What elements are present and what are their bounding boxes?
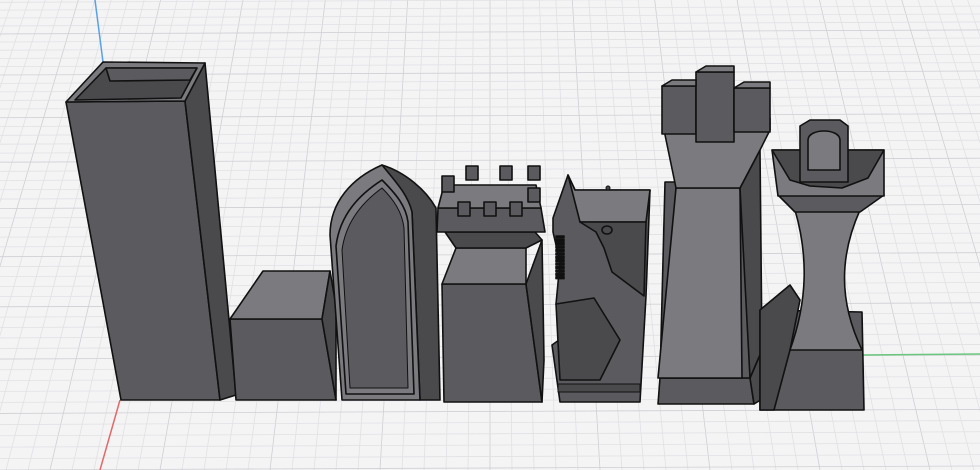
rook-piece[interactable] [436,165,546,403]
3d-viewport[interactable] [0,0,980,470]
scene-canvas[interactable] [0,0,980,470]
king-piece[interactable] [657,65,771,405]
gothic-arch-block[interactable] [329,164,441,401]
knight-piece[interactable] [551,174,651,403]
knight-mane-ribs [555,235,565,280]
z-axis-line [861,353,980,356]
